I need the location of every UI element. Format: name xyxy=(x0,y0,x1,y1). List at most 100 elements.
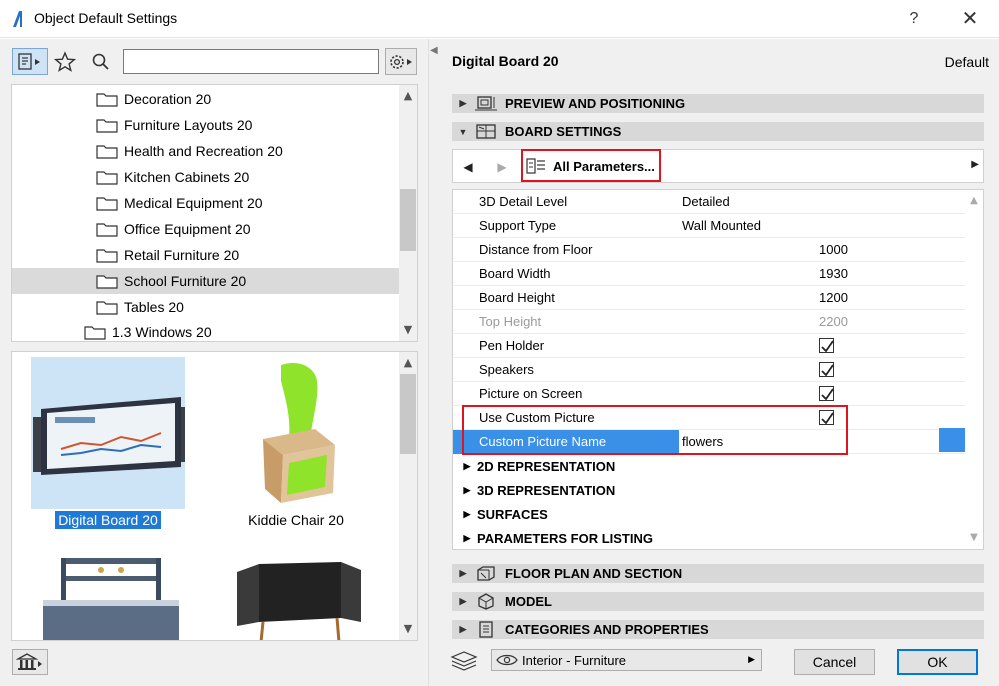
page-menu-arrow-icon[interactable]: ▶ xyxy=(971,159,979,170)
close-button[interactable]: ✕ xyxy=(952,4,988,34)
parameter-row[interactable]: Top Height 2200 xyxy=(453,310,965,334)
annotation-highlight-box xyxy=(521,149,661,182)
tree-item[interactable]: Retail Furniture 20 xyxy=(12,242,400,268)
tree-item[interactable]: Tables 20 xyxy=(12,294,400,320)
scroll-up-icon[interactable]: ▲ xyxy=(399,354,417,372)
parameter-name: Support Type xyxy=(479,218,557,233)
parameter-row[interactable]: Support Type Wall Mounted xyxy=(453,214,965,238)
tree-item[interactable]: Decoration 20 xyxy=(12,86,400,112)
scrollbar-thumb[interactable] xyxy=(400,374,416,454)
tree-item[interactable]: Office Equipment 20 xyxy=(12,216,400,242)
scroll-down-icon[interactable]: ▼ xyxy=(965,529,983,547)
tree-item[interactable]: Health and Recreation 20 xyxy=(12,138,400,164)
tree-item[interactable]: Furniture Layouts 20 xyxy=(12,112,400,138)
parameter-row[interactable]: Board Width 1930 xyxy=(453,262,965,286)
parameter-row[interactable]: Distance from Floor 1000 xyxy=(453,238,965,262)
search-button[interactable] xyxy=(88,48,114,75)
library-browser-panel: Decoration 20 Furniture Layouts 20 Health … xyxy=(0,39,428,686)
cancel-button[interactable]: Cancel xyxy=(794,649,875,675)
help-button[interactable]: ? xyxy=(898,4,930,34)
tree-item[interactable]: Kitchen Cabinets 20 xyxy=(12,164,400,190)
browser-settings-button[interactable] xyxy=(385,48,417,75)
parameter-list: 3D Detail Level Detailed Support Type Wall … xyxy=(452,189,984,550)
previous-page-icon[interactable]: ◀ xyxy=(457,156,479,178)
tree-scrollbar[interactable]: ▲ ▼ xyxy=(399,85,417,341)
scroll-down-icon[interactable]: ▼ xyxy=(399,321,417,339)
section-model[interactable]: ▶ MODEL xyxy=(452,592,984,611)
parameter-group[interactable]: ▶ 2D REPRESENTATION xyxy=(453,454,965,478)
tree-item-label: Tables 20 xyxy=(124,299,184,315)
parameter-value[interactable]: 1200 xyxy=(819,290,848,305)
parameter-name: Speakers xyxy=(479,362,534,377)
parameter-checkbox[interactable] xyxy=(819,386,834,401)
thumbnail-chalkboard[interactable] xyxy=(208,552,384,640)
parameter-row[interactable]: Picture on Screen xyxy=(453,382,965,406)
expand-arrow-icon: ▶ xyxy=(459,568,467,578)
favorites-button[interactable] xyxy=(52,48,78,75)
parameter-page-navigator: ◀ ▶ All Parameters... ▶ xyxy=(452,149,984,183)
expand-arrow-icon: ▶ xyxy=(463,508,471,519)
folder-icon xyxy=(96,171,118,185)
folder-view-icon xyxy=(18,52,40,70)
browser-toolbar xyxy=(10,47,418,77)
collapse-arrow-icon[interactable]: ◀ xyxy=(430,45,438,56)
section-categories-and-properties[interactable]: ▶ CATEGORIES AND PROPERTIES xyxy=(452,620,984,639)
parameter-value[interactable]: 2200 xyxy=(819,314,848,329)
group-label: 2D REPRESENTATION xyxy=(477,458,616,474)
scrollbar-thumb[interactable] xyxy=(400,189,416,251)
browser-mode-button[interactable] xyxy=(12,48,48,75)
thumbnail-kiddie-chair[interactable]: Kiddie Chair 20 xyxy=(208,357,384,529)
library-manager-button[interactable] xyxy=(12,649,48,675)
section-label: FLOOR PLAN AND SECTION xyxy=(505,566,683,581)
section-preview-and-positioning[interactable]: ▶ PREVIEW AND POSITIONING xyxy=(452,94,984,113)
parameter-group[interactable]: ▶ SURFACES xyxy=(453,502,965,526)
layer-dropdown[interactable]: Interior - Furniture ▶ xyxy=(491,649,762,671)
thumbnail-shelf-unit[interactable] xyxy=(20,552,196,640)
parameters-scrollbar[interactable]: ▲ ▼ xyxy=(965,190,983,549)
scroll-up-icon[interactable]: ▲ xyxy=(965,192,983,210)
scroll-up-icon[interactable]: ▲ xyxy=(399,87,417,105)
tree-item-label: 1.3 Windows 20 xyxy=(112,324,212,340)
search-input[interactable] xyxy=(123,49,379,74)
folder-icon xyxy=(96,197,118,211)
parameter-row[interactable]: Board Height 1200 xyxy=(453,286,965,310)
digital-board-preview xyxy=(31,357,189,509)
section-label: BOARD SETTINGS xyxy=(505,124,622,139)
panel-splitter[interactable]: ◀ xyxy=(428,39,438,686)
tree-item-label: Kitchen Cabinets 20 xyxy=(124,169,250,185)
parameter-value[interactable]: 1000 xyxy=(819,242,848,257)
folder-icon xyxy=(96,301,118,315)
thumbnail-label: Digital Board 20 xyxy=(55,511,161,529)
parameter-row[interactable]: Speakers xyxy=(453,358,965,382)
parameter-checkbox[interactable] xyxy=(819,338,834,353)
parameter-row[interactable]: 3D Detail Level Detailed xyxy=(453,190,965,214)
window-title: Object Default Settings xyxy=(34,10,178,26)
dropdown-arrow-icon: ▶ xyxy=(748,654,755,664)
title-bar: Object Default Settings ? ✕ xyxy=(0,0,999,38)
thumbnail-digital-board[interactable]: Digital Board 20 xyxy=(20,357,196,529)
next-page-icon[interactable]: ▶ xyxy=(491,156,513,178)
parameter-value[interactable]: Wall Mounted xyxy=(682,218,761,233)
folder-icon xyxy=(96,119,118,133)
search-icon xyxy=(92,53,109,70)
parameter-value[interactable]: 1930 xyxy=(819,266,848,281)
ok-button[interactable]: OK xyxy=(897,649,978,675)
parameter-checkbox[interactable] xyxy=(819,362,834,377)
selected-row-end xyxy=(939,428,965,452)
parameter-group[interactable]: ▶ 3D REPRESENTATION xyxy=(453,478,965,502)
parameter-row[interactable]: Pen Holder xyxy=(453,334,965,358)
expand-arrow-icon: ▶ xyxy=(463,532,471,543)
parameter-value[interactable]: Detailed xyxy=(682,194,730,209)
thumbnails-scrollbar[interactable]: ▲ ▼ xyxy=(399,352,417,640)
section-floor-plan-and-section[interactable]: ▶ FLOOR PLAN AND SECTION xyxy=(452,564,984,583)
scroll-down-icon[interactable]: ▼ xyxy=(399,620,417,638)
tree-item[interactable]: 1.3 Windows 20 xyxy=(12,319,400,341)
tree-item[interactable]: Medical Equipment 20 xyxy=(12,190,400,216)
categories-list-icon xyxy=(479,621,493,638)
folder-icon xyxy=(96,145,118,159)
tree-item[interactable]: School Furniture 20 xyxy=(12,268,400,294)
section-board-settings[interactable]: ▼ BOARD SETTINGS xyxy=(452,122,984,141)
tree-item-label: Office Equipment 20 xyxy=(124,221,251,237)
parameter-group[interactable]: ▶ PARAMETERS FOR LISTING xyxy=(453,526,965,549)
parameter-name: Picture on Screen xyxy=(479,386,583,401)
